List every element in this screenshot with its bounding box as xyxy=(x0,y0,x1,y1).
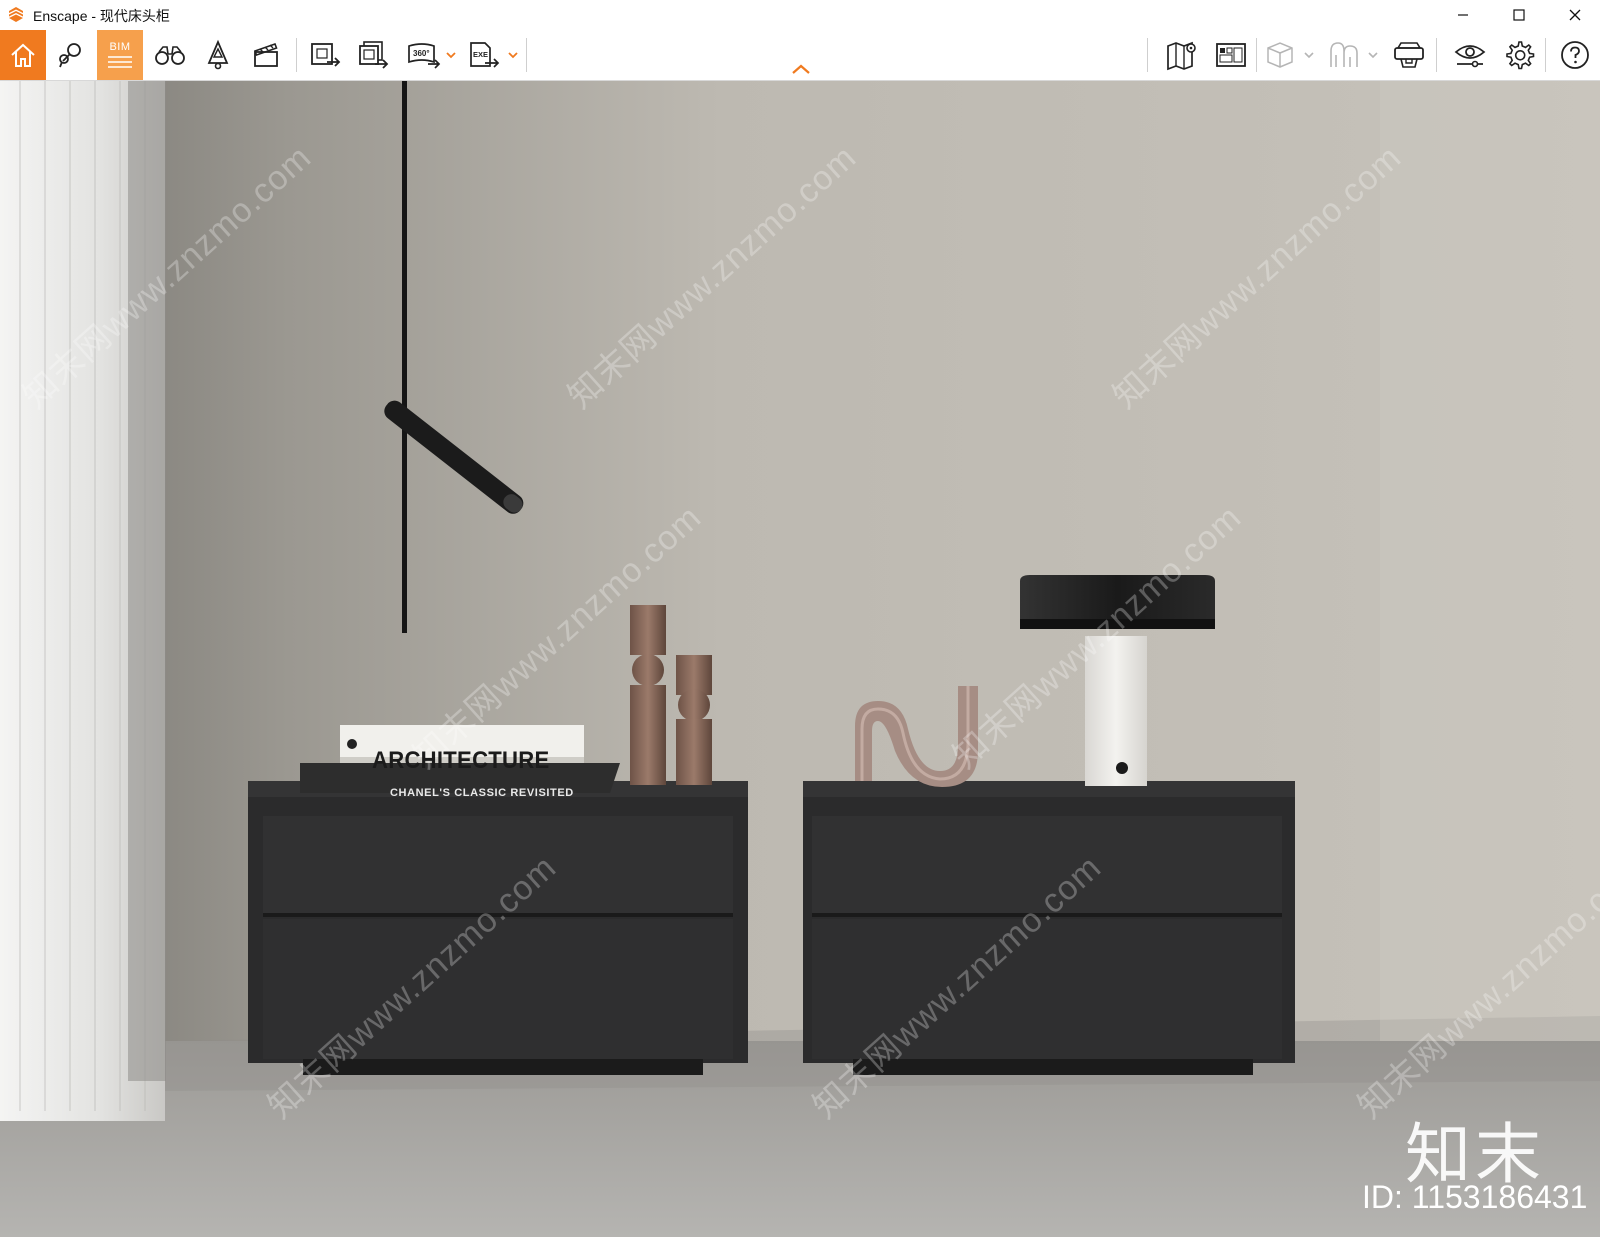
views-icon xyxy=(1216,43,1246,67)
toolbar-separator xyxy=(296,38,297,72)
svg-text:EXE: EXE xyxy=(473,50,488,59)
map-button[interactable] xyxy=(1160,32,1204,78)
render-viewport[interactable]: 知末网www.znzmo.com 知末网www.znzmo.com 知末网www… xyxy=(0,81,1600,1237)
toolbar-separator xyxy=(1147,38,1148,72)
enscape-logo-icon xyxy=(9,7,23,22)
cube-dropdown-chevron-down-icon[interactable] xyxy=(1304,50,1314,60)
toolbar-separator xyxy=(1436,38,1437,72)
batch-render-icon xyxy=(359,41,389,69)
maximize-icon xyxy=(1513,9,1525,21)
bim-button[interactable]: BIM xyxy=(97,30,143,80)
asset-dropdown-chevron-down-icon[interactable] xyxy=(1368,50,1378,60)
vr-headset-icon xyxy=(1394,42,1424,68)
video-editor-button[interactable] xyxy=(244,32,288,78)
visual-settings-button[interactable] xyxy=(1448,32,1492,78)
clapperboard-icon xyxy=(253,42,278,67)
book-title-text: ARCHITECTURE xyxy=(372,747,550,774)
bim-label: BIM xyxy=(109,41,131,53)
home-button[interactable] xyxy=(0,30,46,80)
svg-text:360°: 360° xyxy=(413,49,430,58)
toolbar-separator xyxy=(1545,38,1546,72)
close-icon xyxy=(1569,9,1581,21)
export-image-button[interactable] xyxy=(304,32,348,78)
close-button[interactable] xyxy=(1552,0,1598,30)
window-title: Enscape - 现代床头柜 xyxy=(33,8,170,24)
exe-export-button[interactable]: EXE xyxy=(462,32,506,78)
minimize-icon xyxy=(1458,14,1468,16)
toolbar-separator xyxy=(526,38,527,72)
binoculars-icon xyxy=(155,46,185,65)
title-bar: Enscape - 现代床头柜 xyxy=(0,0,1600,30)
exe-export-icon: EXE xyxy=(470,42,500,68)
help-button[interactable] xyxy=(1553,32,1597,78)
export-image-icon xyxy=(311,43,341,67)
gear-icon xyxy=(1506,41,1535,70)
collapse-toolbar-chevron-up-icon[interactable] xyxy=(790,62,812,76)
vr-button[interactable] xyxy=(1387,32,1431,78)
visual-settings-icon xyxy=(1454,45,1486,68)
panorama-button[interactable]: 360° xyxy=(402,32,446,78)
location-pins-icon xyxy=(59,43,81,68)
panorama-dropdown-chevron-down-icon[interactable] xyxy=(446,50,456,60)
views-button[interactable] xyxy=(1209,32,1253,78)
render-scene xyxy=(0,81,1600,1237)
cube-icon xyxy=(1267,42,1293,68)
home-icon xyxy=(11,43,35,67)
help-icon xyxy=(1561,41,1589,69)
batch-render-button[interactable] xyxy=(352,32,396,78)
cube-button[interactable] xyxy=(1258,32,1302,78)
location-pins-button[interactable] xyxy=(48,32,92,78)
binoculars-button[interactable] xyxy=(148,32,192,78)
asset-library-icon xyxy=(1330,42,1358,67)
bell-icon xyxy=(207,39,229,70)
maximize-button[interactable] xyxy=(1496,0,1542,30)
toolbar-separator xyxy=(1256,38,1257,72)
minimize-button[interactable] xyxy=(1440,0,1486,30)
map-pin-icon xyxy=(1167,41,1196,71)
asset-library-button[interactable] xyxy=(1322,32,1366,78)
settings-button[interactable] xyxy=(1497,32,1541,78)
panorama-360-icon: 360° xyxy=(408,43,441,69)
book-subtitle-text: CHANEL'S CLASSIC REVISITED xyxy=(390,787,574,799)
bim-icon xyxy=(108,56,132,68)
exe-dropdown-chevron-down-icon[interactable] xyxy=(508,50,518,60)
image-id-label: ID: 1153186431 xyxy=(1362,1179,1588,1215)
bell-button[interactable] xyxy=(196,32,240,78)
